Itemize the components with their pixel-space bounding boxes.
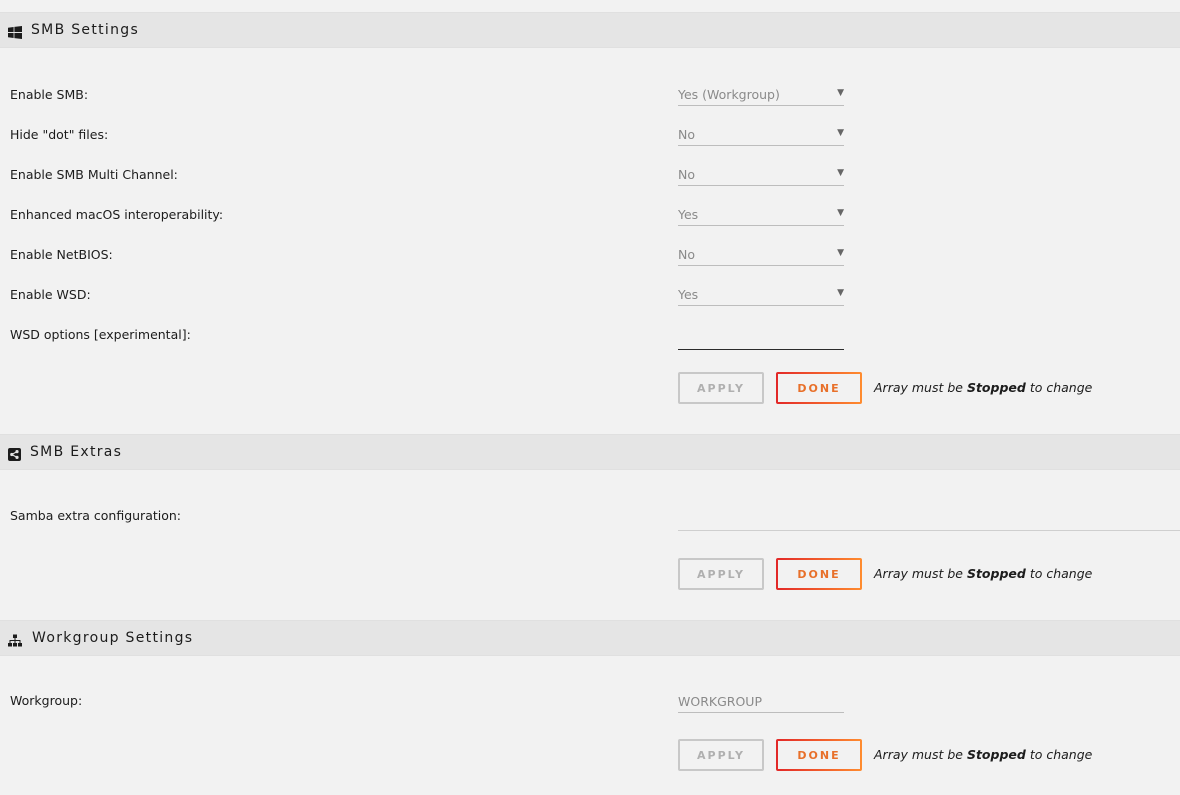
wsd-value: Yes [678, 287, 699, 302]
note-prefix: Array must be [874, 747, 967, 762]
array-stopped-note: Array must be Stopped to change [874, 747, 1092, 762]
wsd-select[interactable]: Yes ▼ [678, 284, 844, 306]
windows-icon [8, 24, 22, 39]
note-bold: Stopped [966, 380, 1026, 395]
chevron-down-icon: ▼ [837, 88, 844, 98]
hide-dot-files-select[interactable]: No ▼ [678, 124, 844, 146]
macos-interop-value: Yes [678, 207, 699, 222]
note-suffix: to change [1025, 380, 1093, 395]
section-title: Workgroup Settings [32, 630, 194, 646]
section-title: SMB Settings [31, 22, 140, 38]
share-icon [8, 446, 22, 461]
note-bold: Stopped [966, 566, 1026, 581]
enable-smb-select[interactable]: Yes (Workgroup) ▼ [678, 84, 844, 106]
workgroup-label: Workgroup: [10, 693, 83, 708]
hide-dot-files-label: Hide "dot" files: [10, 127, 109, 142]
workgroup-input[interactable]: WORKGROUP [678, 691, 844, 713]
macos-interop-select[interactable]: Yes ▼ [678, 204, 844, 226]
note-prefix: Array must be [874, 380, 967, 395]
note-prefix: Array must be [874, 566, 967, 581]
smb-multichannel-value: No [678, 167, 695, 182]
samba-extra-label: Samba extra configuration: [10, 508, 182, 523]
note-bold: Stopped [966, 747, 1026, 762]
chevron-down-icon: ▼ [837, 208, 844, 218]
apply-button[interactable]: APPLY [678, 558, 764, 590]
top-strip [0, 0, 1180, 12]
wsd-options-label: WSD options [experimental]: [10, 327, 191, 342]
wsd-label: Enable WSD: [10, 287, 91, 302]
chevron-down-icon: ▼ [837, 248, 844, 258]
done-button[interactable]: DONE [776, 372, 862, 404]
done-button[interactable]: DONE [776, 739, 862, 771]
enable-smb-value: Yes (Workgroup) [678, 87, 780, 102]
smb-multichannel-label: Enable SMB Multi Channel: [10, 167, 178, 182]
section-title: SMB Extras [30, 444, 123, 460]
netbios-value: No [678, 247, 695, 262]
macos-interop-label: Enhanced macOS interoperability: [10, 207, 224, 222]
workgroup-settings-header: Workgroup Settings [0, 620, 1180, 656]
chevron-down-icon: ▼ [837, 168, 844, 178]
array-stopped-note: Array must be Stopped to change [874, 380, 1092, 395]
workgroup-value: WORKGROUP [678, 694, 762, 709]
note-suffix: to change [1025, 566, 1093, 581]
chevron-down-icon: ▼ [837, 288, 844, 298]
done-button[interactable]: DONE [776, 558, 862, 590]
chevron-down-icon: ▼ [837, 128, 844, 138]
apply-button[interactable]: APPLY [678, 739, 764, 771]
smb-settings-header: SMB Settings [0, 12, 1180, 48]
netbios-select[interactable]: No ▼ [678, 244, 844, 266]
note-suffix: to change [1025, 747, 1093, 762]
smb-multichannel-select[interactable]: No ▼ [678, 164, 844, 186]
array-stopped-note: Array must be Stopped to change [874, 566, 1092, 581]
wsd-options-input[interactable] [678, 330, 844, 350]
hide-dot-files-value: No [678, 127, 695, 142]
smb-extras-header: SMB Extras [0, 434, 1180, 470]
netbios-label: Enable NetBIOS: [10, 247, 113, 262]
enable-smb-label: Enable SMB: [10, 87, 89, 102]
sitemap-icon [8, 632, 22, 647]
samba-extra-textarea[interactable] [678, 511, 1180, 531]
apply-button[interactable]: APPLY [678, 372, 764, 404]
